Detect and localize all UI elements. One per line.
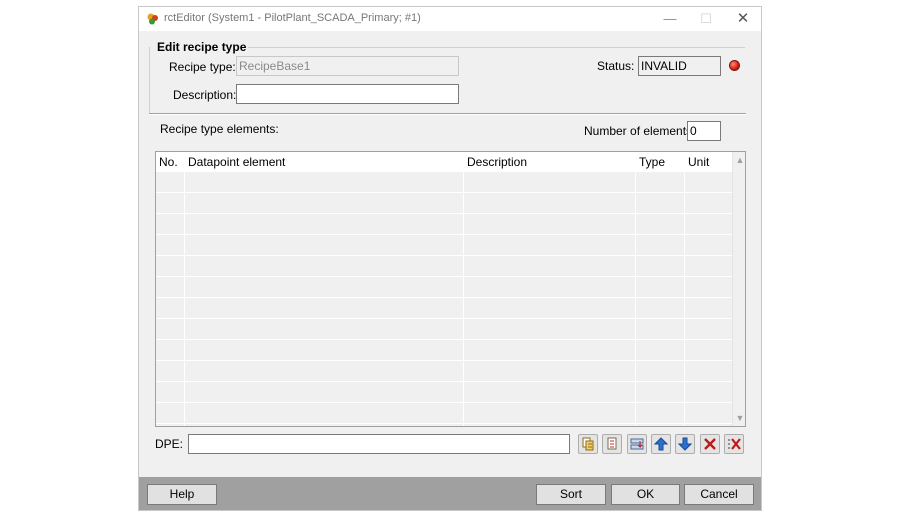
dpe-label: DPE:	[155, 437, 184, 451]
scroll-down-icon[interactable]: ▼	[733, 411, 745, 425]
table-row[interactable]	[156, 256, 732, 277]
table-row[interactable]	[156, 361, 732, 382]
table-row[interactable]	[156, 235, 732, 256]
group-border-left	[149, 47, 150, 113]
minimize-button[interactable]: —	[652, 10, 688, 28]
number-of-elements-label: Number of elements:	[584, 124, 696, 138]
table-row[interactable]	[156, 214, 732, 235]
column-divider	[684, 152, 685, 426]
ok-button[interactable]: OK	[611, 484, 680, 505]
column-header-description[interactable]: Description	[464, 152, 527, 172]
move-down-button[interactable]	[675, 434, 695, 454]
delete-button[interactable]	[700, 434, 720, 454]
elements-label: Recipe type elements:	[160, 122, 279, 136]
description-input[interactable]	[236, 84, 459, 104]
group-title: Edit recipe type	[155, 40, 249, 54]
cancel-button[interactable]: Cancel	[684, 484, 754, 505]
table-row[interactable]	[156, 193, 732, 214]
move-down-icon	[678, 437, 692, 451]
table-row[interactable]	[156, 403, 732, 424]
dp-select-icon	[607, 437, 617, 450]
dp-browse-icon	[582, 437, 594, 451]
dp-browse-button[interactable]	[578, 434, 598, 454]
table-body	[156, 172, 732, 426]
number-of-elements-field: 0	[687, 121, 721, 141]
table-row[interactable]	[156, 340, 732, 361]
column-header-no[interactable]: No.	[156, 152, 178, 172]
table-row[interactable]	[156, 277, 732, 298]
title-bar: rctEditor (System1 - PilotPlant_SCADA_Pr…	[139, 7, 761, 31]
delete-all-icon	[728, 438, 741, 450]
table-row[interactable]	[156, 319, 732, 340]
maximize-button[interactable]: ☐	[688, 10, 724, 28]
help-button[interactable]: Help	[147, 484, 217, 505]
dpe-input[interactable]	[188, 434, 570, 454]
table-header: No. Datapoint element Description Type U…	[156, 152, 732, 172]
status-field: INVALID	[638, 56, 721, 76]
status-led-icon	[729, 60, 740, 71]
swap-icon	[630, 438, 644, 450]
scroll-up-icon[interactable]: ▲	[733, 153, 745, 167]
status-label: Status:	[597, 59, 635, 73]
recipe-type-label: Recipe type:	[169, 60, 236, 74]
column-header-unit[interactable]: Unit	[685, 152, 709, 172]
close-button[interactable]: ✕	[725, 10, 761, 28]
window-title: rctEditor (System1 - PilotPlant_SCADA_Pr…	[164, 12, 421, 24]
delete-all-button[interactable]	[724, 434, 744, 454]
column-header-type[interactable]: Type	[636, 152, 665, 172]
column-divider	[635, 152, 636, 426]
move-up-icon	[654, 437, 668, 451]
vertical-scrollbar[interactable]: ▲ ▼	[732, 152, 745, 426]
sort-button[interactable]: Sort	[536, 484, 606, 505]
swap-button[interactable]	[627, 434, 647, 454]
table-row[interactable]	[156, 172, 732, 193]
elements-table[interactable]: No. Datapoint element Description Type U…	[155, 151, 746, 427]
description-label: Description:	[173, 88, 237, 102]
dp-select-button[interactable]	[602, 434, 622, 454]
move-up-button[interactable]	[651, 434, 671, 454]
column-header-datapoint-element[interactable]: Datapoint element	[185, 152, 285, 172]
table-row[interactable]	[156, 382, 732, 403]
group-border-top	[237, 47, 745, 48]
table-row[interactable]	[156, 298, 732, 319]
delete-icon	[704, 438, 716, 450]
app-icon	[147, 13, 158, 25]
column-divider	[463, 152, 464, 426]
separator	[149, 113, 746, 115]
rct-editor-window: rctEditor (System1 - PilotPlant_SCADA_Pr…	[138, 6, 762, 511]
column-divider	[184, 152, 185, 426]
recipe-type-field: RecipeBase1	[236, 56, 459, 76]
